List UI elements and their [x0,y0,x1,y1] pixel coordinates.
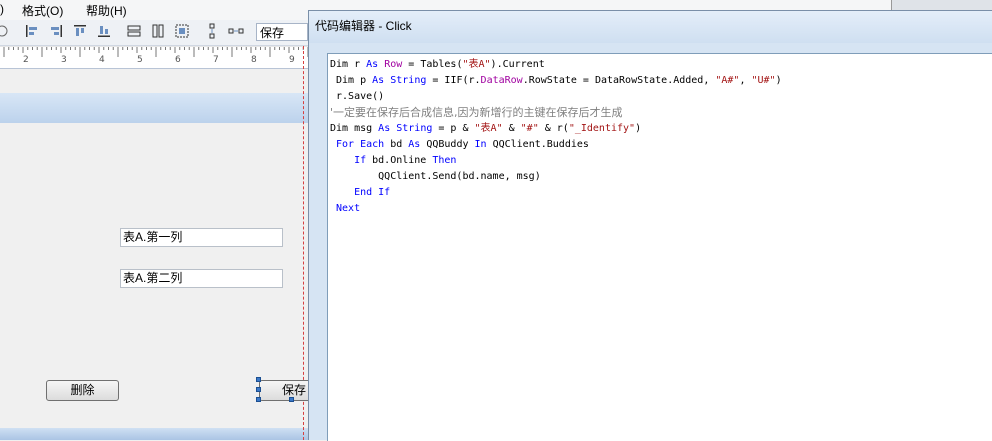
vertical-spacing-icon[interactable] [204,23,220,39]
ruler-label: 4 [99,55,105,65]
designer-gap [0,69,310,93]
horizontal-spacing-icon[interactable] [228,23,244,39]
resize-handle[interactable] [256,397,261,402]
ruler-label: 2 [23,55,29,65]
delete-button[interactable]: 删除 [46,380,119,401]
align-top-icon[interactable] [72,23,88,39]
ruler: 2 3 4 5 6 7 8 9 [0,46,310,69]
align-bottom-icon[interactable] [96,23,112,39]
code-line-10: Next [330,203,361,214]
code-line-2: Dim p As String = IIF(r.DataRow.RowState… [330,75,782,86]
ruler-label: 3 [61,55,67,65]
menu-item-help[interactable]: 帮助(H) [86,2,127,19]
resize-handle[interactable] [256,377,261,382]
code-line-5: Dim msg As String = p & "表A" & "#" & r("… [330,123,642,134]
code-line-8: QQClient.Send(bd.name, msg) [330,171,541,182]
same-size-icon[interactable] [174,23,190,39]
code-line-9: End If [330,187,391,198]
same-width-icon[interactable] [126,23,142,39]
code-line-7: If bd.Online Then [330,155,457,166]
menu-item-partial[interactable]: ) [0,2,4,16]
align-left-icon[interactable] [24,23,40,39]
code-editor-window: 代码编辑器 - Click Dim r As Row = Tables("表A"… [308,10,992,441]
field-column-1[interactable]: 表A.第一列 [120,228,283,247]
field-column-2[interactable]: 表A.第二列 [120,269,283,288]
toolbar: 保存 [0,20,310,46]
code-line-4-comment: '一定要在保存后合成信息,因为新增行的主键在保存后才生成 [330,106,623,119]
editor-title: 代码编辑器 - Click [315,19,412,33]
ruler-ticks [0,46,310,57]
toolbar-select[interactable]: 保存 [256,23,308,41]
code-line-1: Dim r As Row = Tables("表A").Current [330,59,545,70]
ruler-label: 9 [289,55,295,65]
resize-handle[interactable] [256,387,261,392]
code-line-6: For Each bd As QQBuddy In QQClient.Buddi… [330,139,589,150]
same-height-icon[interactable] [150,23,166,39]
code-line-3: r.Save() [330,91,385,102]
code-editor[interactable]: Dim r As Row = Tables("表A").Current Dim … [327,53,992,441]
menu-item-format[interactable]: 格式(O) [22,2,63,19]
form-title-bar [0,93,310,124]
align-right-icon[interactable] [48,23,64,39]
ruler-label: 8 [251,55,257,65]
toolbar-icon-partial[interactable] [0,23,10,39]
ruler-label: 6 [175,55,181,65]
ruler-label: 7 [213,55,219,65]
form-bottom-bar [0,428,310,440]
resize-handle[interactable] [289,397,294,402]
ruler-label: 5 [137,55,143,65]
